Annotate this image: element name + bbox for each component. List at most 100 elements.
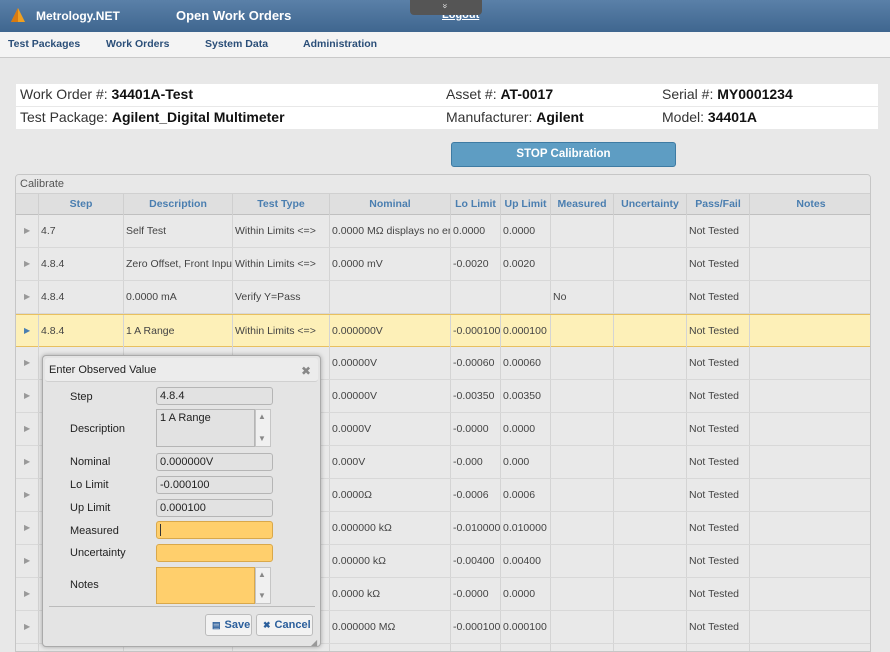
cell-pass-fail: Not Tested: [687, 347, 750, 379]
cell-notes: [750, 512, 870, 544]
scroll-down-icon[interactable]: ▼: [258, 591, 266, 600]
description-scrollbar[interactable]: ▲ ▼: [255, 409, 271, 447]
serial-field: Serial #: MY0001234: [662, 84, 793, 105]
cell-notes: [750, 545, 870, 577]
notes-label: Notes: [70, 579, 99, 591]
cell-up: 0.00350: [501, 380, 551, 412]
work-order-value: 34401A-Test: [111, 86, 193, 102]
nominal-label: Nominal: [70, 456, 111, 468]
model-value: 34401A: [707, 109, 757, 125]
expander-cell: [16, 215, 39, 247]
cell-pass-fail: Not Tested: [687, 446, 750, 478]
expander-cell: [16, 380, 39, 412]
cell-pass-fail: Not Tested: [687, 479, 750, 511]
cell-notes: [750, 380, 870, 412]
step-label: Step: [70, 391, 93, 403]
header-measured[interactable]: Measured: [551, 194, 614, 215]
table-row[interactable]: ▶ 4.8.4 1 A Range Within Limits <=> 0.000000…: [16, 314, 870, 347]
cell-lo: -0.00060: [451, 347, 501, 379]
cell-uncertainty: [614, 380, 687, 412]
cancel-label: Cancel: [274, 619, 311, 631]
cell-description: Zero Offset, Front Input: [124, 248, 233, 280]
cell-uncertainty: [614, 446, 687, 478]
expander-cell: [16, 545, 39, 577]
stop-calibration-button[interactable]: STOP Calibration: [451, 142, 676, 167]
cancel-button[interactable]: ✖ Cancel: [256, 614, 313, 636]
dialog-title-bar[interactable]: Enter Observed Value ✖: [45, 358, 318, 382]
table-row[interactable]: ▶ 4.8.4 Zero Offset, Front Input Within Lim…: [16, 248, 870, 281]
metrology-logo-icon: [11, 8, 25, 22]
info-row-1: Work Order #: 34401A-Test Asset #: AT-00…: [16, 84, 878, 106]
cell-notes: [750, 644, 870, 651]
serial-label: Serial #:: [662, 86, 718, 102]
header-pass-fail[interactable]: Pass/Fail: [687, 194, 750, 215]
cell-uncertainty: [614, 512, 687, 544]
resize-handle-icon[interactable]: ◢: [311, 638, 317, 647]
cell-up: 0.000100: [501, 315, 551, 347]
cell-step: 4.8.4: [39, 281, 124, 313]
cell-up: 0.000100: [501, 611, 551, 643]
notes-input[interactable]: [156, 567, 255, 604]
cell-measured: [551, 578, 614, 610]
close-icon[interactable]: ✖: [301, 364, 311, 378]
cancel-icon: ✖: [263, 620, 271, 630]
header-test-type[interactable]: Test Type: [233, 194, 330, 215]
cell-test-type: Verify Y=Pass: [233, 281, 330, 313]
cell-nominal: 0.0000 kΩ: [330, 578, 451, 610]
cell-nominal: [330, 281, 451, 313]
cell-pass-fail: Not Tested: [687, 248, 750, 280]
asset-label: Asset #:: [446, 86, 501, 102]
expander-cell: [16, 644, 39, 651]
expander-cell: [16, 611, 39, 643]
cell-measured: [551, 315, 614, 347]
grid-header: Step Description Test Type Nominal Lo Li…: [16, 193, 870, 215]
grid-caption: Calibrate: [16, 175, 870, 193]
cell-pass-fail: Not Tested: [687, 315, 750, 347]
notes-scrollbar[interactable]: ▲ ▼: [255, 567, 271, 604]
lo-limit-field: -0.000100: [156, 476, 273, 494]
uncertainty-input[interactable]: [156, 544, 273, 562]
cell-nominal: 0.0000 MΩ displays no error: [330, 215, 451, 247]
scroll-down-icon[interactable]: ▼: [258, 434, 266, 443]
work-order-field: Work Order #: 34401A-Test: [20, 84, 193, 105]
cell-notes: [750, 215, 870, 247]
cell-up: 0.00400: [501, 545, 551, 577]
cell-lo: -0.000100: [451, 611, 501, 643]
measured-input[interactable]: [156, 521, 273, 539]
nav-administration[interactable]: Administration: [303, 38, 377, 50]
nav-work-orders[interactable]: Work Orders: [106, 38, 169, 50]
header-step[interactable]: Step: [39, 194, 124, 215]
expander-cell: [16, 446, 39, 478]
cell-up: [501, 281, 551, 313]
scroll-up-icon[interactable]: ▲: [258, 412, 266, 421]
model-field: Model: 34401A: [662, 107, 757, 128]
collapse-header-tab[interactable]: »: [410, 0, 482, 15]
cell-description: 0.0000 mA: [124, 281, 233, 313]
header-notes[interactable]: Notes: [750, 194, 870, 215]
header-nominal[interactable]: Nominal: [330, 194, 451, 215]
header-lo-limit[interactable]: Lo Limit: [451, 194, 501, 215]
expander-cell: [16, 315, 39, 347]
nav-system-data[interactable]: System Data: [205, 38, 268, 50]
measured-label: Measured: [70, 525, 119, 537]
top-bar: Metrology.NET Open Work Orders Logout »: [0, 0, 890, 32]
cell-measured: [551, 611, 614, 643]
scroll-up-icon[interactable]: ▲: [258, 570, 266, 579]
header-up-limit[interactable]: Up Limit: [501, 194, 551, 215]
cell-pass-fail: [687, 644, 750, 651]
expander-cell: [16, 281, 39, 313]
table-row[interactable]: ▶ 4.8.4 0.0000 mA Verify Y=Pass No Not Tested: [16, 281, 870, 314]
expander-cell: [16, 413, 39, 445]
nav-test-packages[interactable]: Test Packages: [8, 38, 80, 50]
save-button[interactable]: ▤ Save: [205, 614, 252, 636]
table-row[interactable]: ▶ 4.7 Self Test Within Limits <=> 0.0000 MΩ …: [16, 215, 870, 248]
save-icon: ▤: [212, 620, 221, 630]
header-description[interactable]: Description: [124, 194, 233, 215]
cell-test-type: Within Limits <=>: [233, 248, 330, 280]
cell-step: 4.8.4: [39, 315, 124, 347]
header-uncertainty[interactable]: Uncertainty: [614, 194, 687, 215]
cell-uncertainty: [614, 315, 687, 347]
cell-uncertainty: [614, 545, 687, 577]
expander-cell: [16, 347, 39, 379]
serial-value: MY0001234: [717, 86, 793, 102]
